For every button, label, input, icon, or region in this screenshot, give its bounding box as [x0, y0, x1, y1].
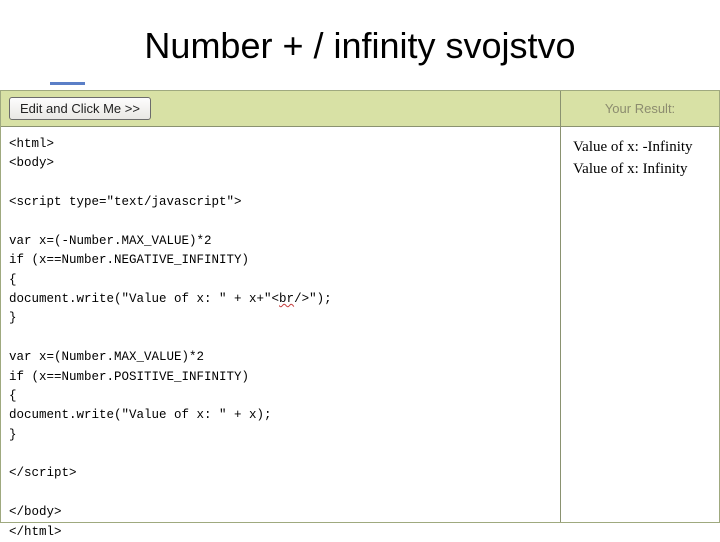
- code-line: {: [9, 389, 17, 403]
- tryit-container: Edit and Click Me >> Your Result: <html>…: [0, 90, 720, 523]
- result-line-1: Value of x: -Infinity: [573, 137, 707, 159]
- code-panel[interactable]: <html> <body> <script type="text/javascr…: [1, 127, 561, 522]
- code-line: {: [9, 273, 17, 287]
- accent-line: [50, 82, 85, 85]
- code-line: </body>: [9, 505, 62, 519]
- your-result-label: Your Result:: [561, 91, 719, 126]
- code-line: var x=(Number.MAX_VALUE)*2: [9, 350, 204, 364]
- code-line: if (x==Number.NEGATIVE_INFINITY): [9, 253, 249, 267]
- code-line: if (x==Number.POSITIVE_INFINITY): [9, 370, 249, 384]
- header-row: Edit and Click Me >> Your Result:: [1, 91, 719, 127]
- code-line: />");: [294, 292, 332, 306]
- result-line-2: Value of x: Infinity: [573, 159, 707, 181]
- result-panel: Value of x: -Infinity Value of x: Infini…: [561, 127, 719, 522]
- code-line: document.write("Value of x: " + x+"<: [9, 292, 279, 306]
- code-line: <body>: [9, 156, 54, 170]
- code-line: <script type="text/javascript">: [9, 195, 242, 209]
- code-line: </script>: [9, 466, 77, 480]
- code-line: }: [9, 428, 17, 442]
- edit-and-click-button[interactable]: Edit and Click Me >>: [9, 97, 151, 120]
- code-squiggle-br: br: [279, 292, 294, 306]
- code-line: document.write("Value of x: " + x);: [9, 408, 272, 422]
- body-row: <html> <body> <script type="text/javascr…: [1, 127, 719, 522]
- header-left: Edit and Click Me >>: [1, 91, 561, 126]
- code-line: var x=(-Number.MAX_VALUE)*2: [9, 234, 212, 248]
- code-line: <html>: [9, 137, 54, 151]
- slide-title: Number + / infinity svojstvo: [0, 0, 720, 82]
- code-line: }: [9, 311, 17, 325]
- code-line: </html>: [9, 525, 62, 539]
